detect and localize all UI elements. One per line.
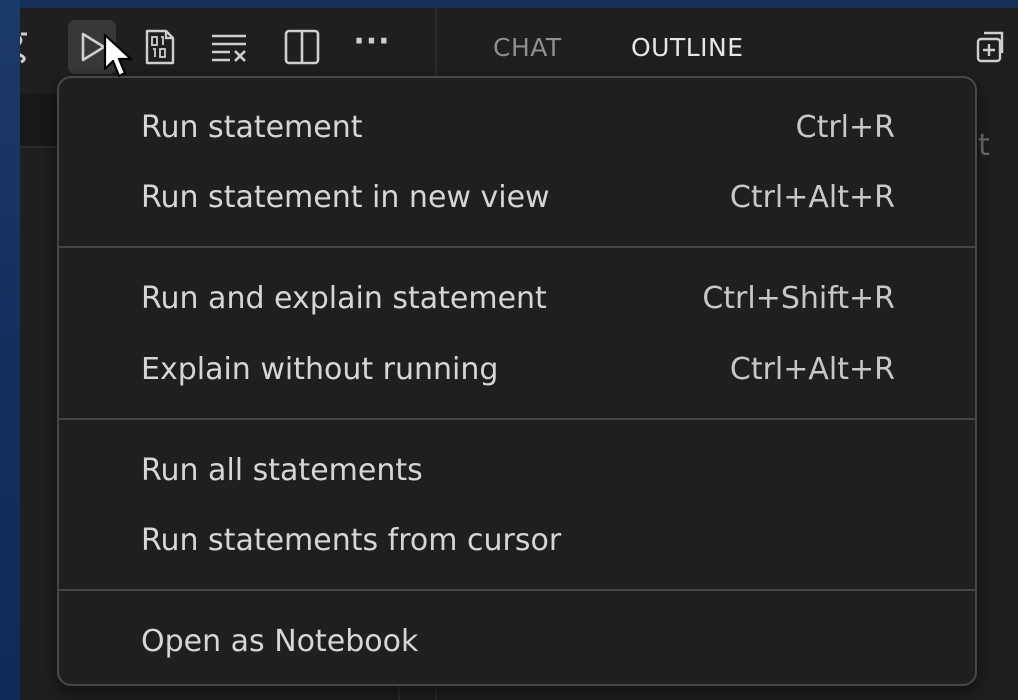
more-icon[interactable]: ··· [348, 20, 396, 74]
menu-item-label: Run all statements [141, 453, 423, 488]
tab-chat[interactable]: CHAT [493, 32, 562, 64]
menu-item-run-and-explain[interactable]: Run and explain statement Ctrl+Shift+R [59, 269, 975, 329]
menu-item-open-as-notebook[interactable]: Open as Notebook [59, 612, 975, 672]
binary-icon[interactable] [136, 20, 184, 74]
clear-list-icon[interactable] [206, 20, 254, 74]
menu-item-run-statement[interactable]: Run statement Ctrl+R [59, 98, 975, 158]
menu-item-shortcut: Ctrl+Alt+R [729, 352, 895, 387]
menu-item-run-from-cursor[interactable]: Run statements from cursor [59, 511, 975, 571]
menu-item-label: Run and explain statement [141, 281, 547, 316]
mouse-pointer-icon [103, 33, 133, 78]
menu-item-shortcut: Ctrl+Alt+R [729, 180, 895, 215]
new-window-icon[interactable] [966, 20, 1014, 74]
partial-tool-icon[interactable] [20, 20, 46, 74]
tab-outline[interactable]: OUTLINE [631, 32, 744, 64]
menu-item-label: Run statements from cursor [141, 523, 562, 558]
menu-separator [59, 246, 975, 248]
menu-item-shortcut: Ctrl+R [795, 110, 895, 145]
split-editor-icon[interactable] [278, 20, 326, 74]
run-context-menu: Run statement Ctrl+R Run statement in ne… [57, 76, 977, 686]
menu-item-label: Open as Notebook [141, 624, 419, 659]
background-text-fragment: t [978, 128, 990, 163]
menu-separator [59, 589, 975, 591]
menu-separator [59, 418, 975, 420]
menu-item-label: Explain without running [141, 352, 499, 387]
menu-item-explain-without-running[interactable]: Explain without running Ctrl+Alt+R [59, 340, 975, 400]
menu-item-run-statement-new-view[interactable]: Run statement in new view Ctrl+Alt+R [59, 168, 975, 228]
menu-item-label: Run statement [141, 110, 363, 145]
menu-item-shortcut: Ctrl+Shift+R [702, 281, 895, 316]
menu-item-run-all-statements[interactable]: Run all statements [59, 441, 975, 501]
desktop-background [0, 0, 20, 700]
menu-item-label: Run statement in new view [141, 180, 550, 215]
